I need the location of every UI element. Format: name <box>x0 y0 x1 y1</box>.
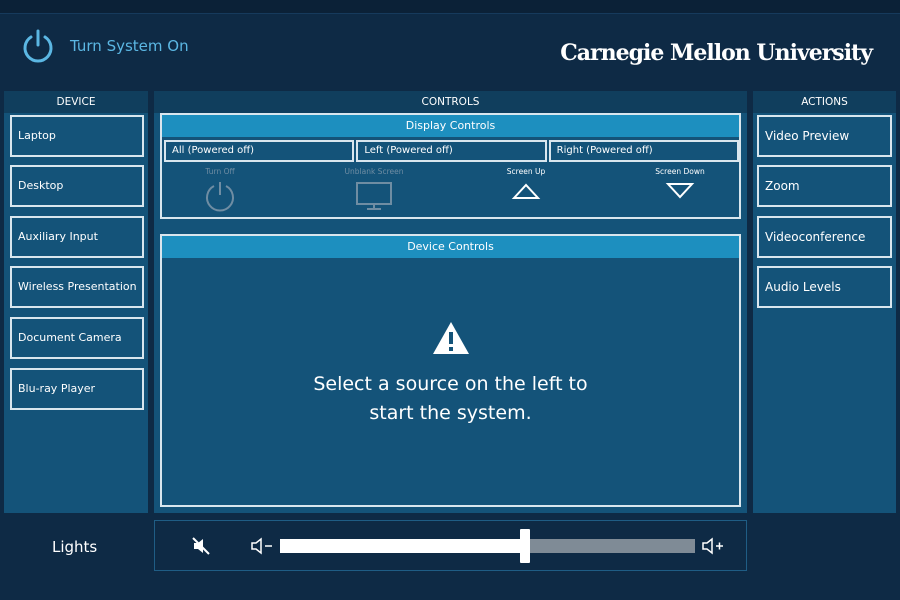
display-controls-title: Display Controls <box>162 115 739 137</box>
mute-button[interactable] <box>192 537 212 559</box>
lights-slider-fill <box>280 539 525 553</box>
volume-up-button[interactable] <box>701 537 725 559</box>
lights-slider[interactable] <box>280 529 695 563</box>
top-bar <box>0 0 900 14</box>
device-wireless-presentation-button[interactable]: Wireless Presentation <box>10 266 144 308</box>
display-right-button[interactable]: Right (Powered off) <box>548 140 739 162</box>
unblank-screen-button[interactable]: Unblank Screen <box>324 167 424 212</box>
device-controls-title: Device Controls <box>162 236 739 258</box>
volume-down-button[interactable] <box>250 537 274 559</box>
device-panel: DEVICE Laptop Desktop Auxiliary Input Wi… <box>4 91 148 513</box>
volume-up-icon <box>702 537 723 555</box>
message-line-1: Select a source on the left to <box>313 373 588 395</box>
monitor-icon <box>356 182 392 210</box>
video-preview-button[interactable]: Video Preview <box>757 115 892 157</box>
arrow-down-icon <box>665 183 695 199</box>
message-line-2: start the system. <box>369 402 532 424</box>
lights-control <box>154 520 747 571</box>
display-all-button[interactable]: All (Powered off) <box>164 140 355 162</box>
controls-panel: CONTROLS Display Controls All (Powered o… <box>154 91 747 513</box>
device-auxiliary-input-button[interactable]: Auxiliary Input <box>10 216 144 258</box>
turn-system-on-button[interactable]: Turn System On <box>20 28 189 64</box>
videoconference-button[interactable]: Videoconference <box>757 216 892 258</box>
device-desktop-button[interactable]: Desktop <box>10 165 144 207</box>
brand-logo: Carnegie Mellon University <box>560 40 873 66</box>
actions-panel: ACTIONS Video Preview Zoom Videoconferen… <box>753 91 896 513</box>
screen-down-label: Screen Down <box>655 167 705 176</box>
mute-icon <box>192 537 210 555</box>
power-icon <box>23 29 53 63</box>
header: Turn System On Carnegie Mellon Universit… <box>0 14 900 90</box>
empty-state-message: Select a source on the left to start the… <box>162 320 739 428</box>
screen-down-button[interactable]: Screen Down <box>630 167 730 202</box>
device-laptop-button[interactable]: Laptop <box>10 115 144 157</box>
display-left-button[interactable]: Left (Powered off) <box>356 140 547 162</box>
lights-label: Lights <box>52 538 98 556</box>
audio-levels-button[interactable]: Audio Levels <box>757 266 892 308</box>
display-controls: Display Controls All (Powered off) Left … <box>160 113 741 219</box>
device-panel-title: DEVICE <box>4 91 148 113</box>
display-selector: All (Powered off) Left (Powered off) Rig… <box>164 140 739 162</box>
device-bluray-player-button[interactable]: Blu-ray Player <box>10 368 144 410</box>
zoom-button[interactable]: Zoom <box>757 165 892 207</box>
warning-icon <box>432 322 469 354</box>
turn-off-button[interactable]: Turn Off <box>170 167 270 214</box>
volume-down-icon <box>251 537 272 555</box>
power-label: Turn System On <box>70 37 189 55</box>
arrow-up-icon <box>511 183 541 199</box>
device-document-camera-button[interactable]: Document Camera <box>10 317 144 359</box>
turn-off-label: Turn Off <box>205 167 235 176</box>
screen-up-button[interactable]: Screen Up <box>476 167 576 202</box>
screen-up-label: Screen Up <box>506 167 546 176</box>
lights-slider-handle[interactable] <box>519 529 530 563</box>
actions-panel-title: ACTIONS <box>753 91 896 113</box>
unblank-screen-label: Unblank Screen <box>344 167 404 176</box>
controls-panel-title: CONTROLS <box>154 91 747 113</box>
turn-off-icon <box>206 182 234 212</box>
device-controls: Device Controls Select a source on the l… <box>160 234 741 507</box>
